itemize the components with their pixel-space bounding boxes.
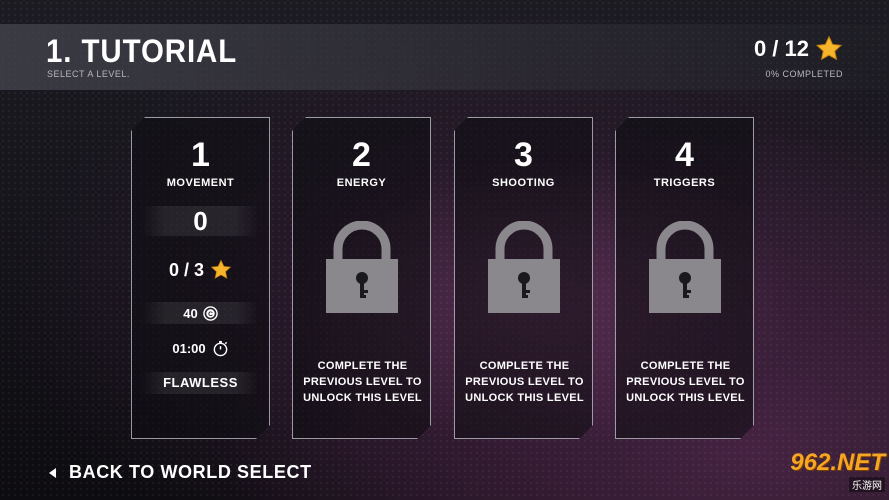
- svg-text:C: C: [208, 310, 213, 317]
- star-icon: [815, 35, 843, 61]
- level-badge: FLAWLESS: [142, 372, 259, 394]
- page-title: 1. TUTORIAL: [46, 33, 238, 69]
- level-card-2[interactable]: 2 ENERGY COMPLETE THE PREVIOUS LEVEL TO …: [292, 117, 431, 439]
- coin-icon: C: [203, 306, 218, 321]
- level-star-count: 0 / 3: [168, 259, 205, 280]
- watermark-subtext: 乐游网: [849, 477, 885, 492]
- site-watermark: 962.NET 乐游网: [790, 449, 885, 492]
- level-name: ENERGY: [336, 177, 387, 189]
- padlock-icon: [324, 221, 400, 313]
- back-arrow-icon: [49, 467, 56, 478]
- completion-percent: 0% COMPLETED: [765, 69, 843, 79]
- level-number: 2: [352, 136, 371, 174]
- lock-message: COMPLETE THE PREVIOUS LEVEL TO UNLOCK TH…: [303, 360, 422, 404]
- level-card-1[interactable]: 1 MOVEMENT 0 0 / 3 40 C 01:00 FLAWLESS: [131, 117, 270, 439]
- level-name: SHOOTING: [492, 177, 555, 189]
- back-to-world-select-button[interactable]: BACK TO WORLD SELECT: [49, 462, 312, 483]
- level-name: MOVEMENT: [166, 177, 235, 189]
- back-label: BACK TO WORLD SELECT: [69, 462, 312, 482]
- level-time: 01:00: [142, 337, 259, 359]
- padlock-icon: [647, 221, 723, 313]
- level-time-value: 01:00: [172, 340, 206, 356]
- star-icon: [210, 259, 232, 281]
- level-score: 0: [142, 206, 259, 236]
- page-subtitle: SELECT A LEVEL.: [47, 69, 130, 79]
- level-stars: 0 / 3: [142, 256, 259, 284]
- world-star-progress: 0 / 12: [754, 35, 843, 63]
- level-coin-count: 40: [183, 305, 198, 321]
- level-card-4[interactable]: 4 TRIGGERS COMPLETE THE PREVIOUS LEVEL T…: [615, 117, 754, 439]
- level-coins: 40 C: [142, 302, 259, 324]
- level-number: 1: [191, 136, 210, 174]
- level-card-3[interactable]: 3 SHOOTING COMPLETE THE PREVIOUS LEVEL T…: [454, 117, 593, 439]
- padlock-icon: [486, 221, 562, 313]
- level-number: 4: [675, 136, 694, 174]
- lock-message: COMPLETE THE PREVIOUS LEVEL TO UNLOCK TH…: [626, 360, 745, 404]
- lock-message: COMPLETE THE PREVIOUS LEVEL TO UNLOCK TH…: [465, 360, 584, 404]
- stopwatch-icon: [212, 340, 229, 357]
- watermark-logo: 962.NET: [790, 449, 885, 476]
- level-name: TRIGGERS: [653, 177, 716, 189]
- level-number: 3: [514, 136, 533, 174]
- world-star-count: 0 / 12: [753, 36, 809, 61]
